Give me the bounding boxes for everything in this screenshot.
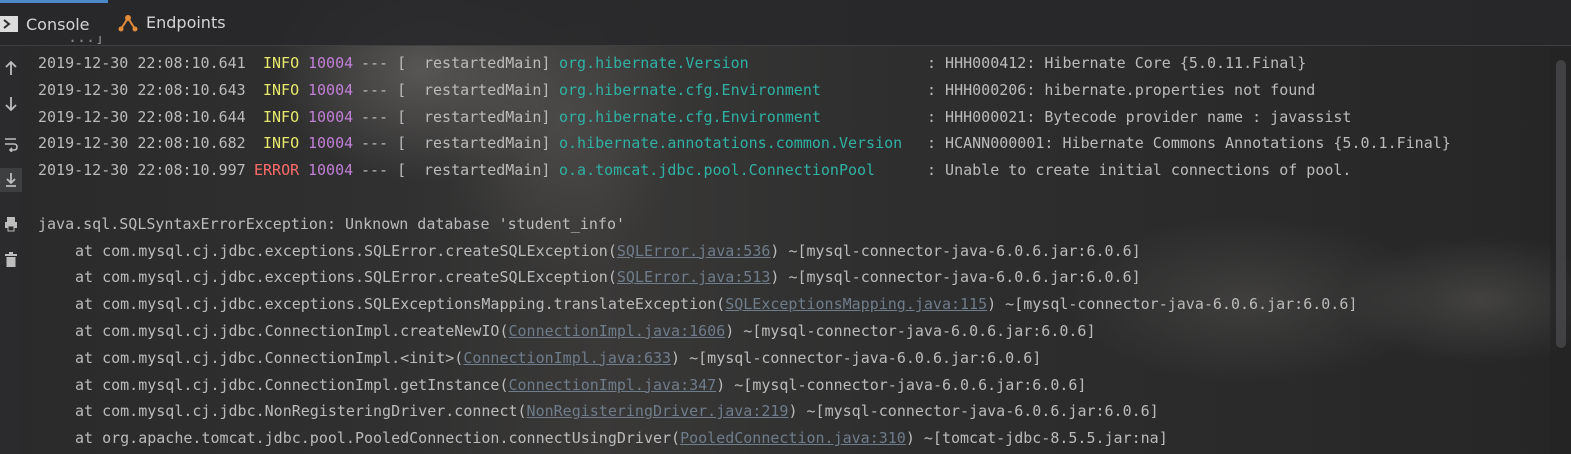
log-pid: 10004 bbox=[308, 107, 354, 126]
log-separator: --- [ bbox=[361, 80, 407, 99]
stack-method: at com.mysql.cj.jdbc.exceptions.SQLError… bbox=[75, 241, 617, 260]
stack-source-link[interactable]: ConnectionImpl.java:633 bbox=[463, 349, 671, 367]
log-level: INFO bbox=[263, 107, 300, 126]
console-toolbar bbox=[0, 46, 22, 454]
tab-endpoints-label: Endpoints bbox=[146, 13, 226, 32]
stack-trace-line: at org.apache.tomcat.jdbc.pool.PooledCon… bbox=[38, 425, 1571, 452]
log-line: 2019-12-30 22:08:10.641 INFO 10004 --- [ res… bbox=[38, 50, 1571, 77]
exception-line: java.sql.SQLSyntaxErrorException: Unknow… bbox=[38, 211, 1571, 238]
ellipsis-text: ...] bbox=[68, 36, 105, 46]
console-icon bbox=[0, 16, 18, 32]
log-timestamp: 2019-12-30 22:08:10.644 bbox=[38, 107, 246, 126]
endpoints-icon bbox=[118, 14, 138, 32]
log-thread: restartedMain] bbox=[424, 107, 551, 126]
stack-source-link[interactable]: SQLError.java:536 bbox=[617, 242, 771, 260]
stack-method: at org.apache.tomcat.jdbc.pool.PooledCon… bbox=[75, 429, 681, 448]
stack-jar: ) ~[mysql-connector-java-6.0.6.jar:6.0.6… bbox=[788, 402, 1159, 421]
log-message: : HCANN000001: Hibernate Commons Annotat… bbox=[927, 134, 1451, 153]
stack-method: at com.mysql.cj.jdbc.exceptions.SQLExcep… bbox=[75, 295, 726, 314]
stack-jar: ) ~[mysql-connector-java-6.0.6.jar:6.0.6… bbox=[770, 241, 1141, 260]
stack-source-link[interactable]: ConnectionImpl.java:1606 bbox=[508, 322, 725, 340]
log-pid: 10004 bbox=[308, 161, 354, 180]
print-icon[interactable] bbox=[0, 212, 22, 236]
log-thread: restartedMain] bbox=[424, 54, 551, 72]
stack-method: at com.mysql.cj.jdbc.ConnectionImpl.<ini… bbox=[75, 348, 464, 367]
log-separator: --- [ bbox=[361, 107, 407, 126]
log-message: : HHH000021: Bytecode provider name : ja… bbox=[927, 107, 1352, 126]
log-message: : HHH000206: hibernate.properties not fo… bbox=[927, 80, 1316, 99]
log-timestamp: 2019-12-30 22:08:10.643 bbox=[38, 80, 246, 99]
stack-trace-line: at com.mysql.cj.jdbc.exceptions.SQLError… bbox=[38, 264, 1571, 291]
stack-trace-line: at com.mysql.cj.jdbc.NonRegisteringDrive… bbox=[38, 398, 1571, 425]
log-level: ERROR bbox=[254, 161, 300, 180]
stack-source-link[interactable]: ConnectionImpl.java:347 bbox=[508, 376, 716, 394]
log-level: INFO bbox=[263, 134, 300, 153]
log-separator: --- [ bbox=[361, 161, 407, 180]
log-level: INFO bbox=[263, 80, 300, 99]
log-timestamp: 2019-12-30 22:08:10.682 bbox=[38, 134, 246, 153]
log-logger: org.hibernate.cfg.Environment bbox=[559, 80, 821, 99]
log-pid: 10004 bbox=[308, 54, 354, 72]
log-timestamp: 2019-12-30 22:08:10.997 bbox=[38, 161, 246, 180]
log-timestamp: 2019-12-30 22:08:10.641 bbox=[38, 54, 246, 72]
stack-jar: ) ~[mysql-connector-java-6.0.6.jar:6.0.6… bbox=[716, 375, 1087, 394]
log-separator: --- [ bbox=[361, 134, 407, 153]
stack-source-link[interactable]: SQLExceptionsMapping.java:115 bbox=[725, 295, 987, 313]
stack-source-link[interactable]: PooledConnection.java:310 bbox=[680, 429, 906, 447]
stack-trace-line: at com.mysql.cj.jdbc.exceptions.SQLExcep… bbox=[38, 291, 1571, 318]
scroll-to-end-icon[interactable] bbox=[0, 168, 22, 192]
stack-source-link[interactable]: NonRegisteringDriver.java:219 bbox=[527, 402, 789, 420]
log-message: : HHH000412: Hibernate Core {5.0.11.Fina… bbox=[927, 54, 1307, 72]
log-line: 2019-12-30 22:08:10.643 INFO 10004 --- [ res… bbox=[38, 77, 1571, 104]
stack-trace-line: at com.mysql.cj.jdbc.exceptions.SQLError… bbox=[38, 238, 1571, 265]
stack-method: at com.mysql.cj.jdbc.ConnectionImpl.getI… bbox=[75, 375, 509, 394]
stack-method: at com.mysql.cj.jdbc.exceptions.SQLError… bbox=[75, 268, 617, 287]
log-message: : Unable to create initial connections o… bbox=[927, 161, 1352, 180]
tab-console-label: Console bbox=[26, 14, 90, 34]
stack-jar: ) ~[mysql-connector-java-6.0.6.jar:6.0.6… bbox=[725, 321, 1096, 340]
log-thread: restartedMain] bbox=[424, 134, 551, 153]
scrollbar-thumb[interactable] bbox=[1556, 60, 1566, 348]
stack-trace-line: at com.mysql.cj.jdbc.ConnectionImpl.getI… bbox=[38, 372, 1571, 399]
log-separator: --- [ bbox=[361, 54, 407, 72]
log-logger: o.a.tomcat.jdbc.pool.ConnectionPool bbox=[559, 161, 876, 180]
log-logger: o.hibernate.annotations.common.Version bbox=[559, 134, 903, 153]
soft-wrap-icon[interactable] bbox=[0, 132, 22, 156]
log-level: INFO bbox=[263, 54, 300, 72]
exception-text: java.sql.SQLSyntaxErrorException: Unknow… bbox=[38, 214, 625, 233]
stack-source-link[interactable]: SQLError.java:513 bbox=[617, 268, 771, 286]
log-logger: org.hibernate.Version bbox=[559, 54, 749, 72]
log-line: 2019-12-30 22:08:10.644 INFO 10004 --- [ res… bbox=[38, 104, 1571, 131]
log-thread: restartedMain] bbox=[424, 80, 551, 99]
console-output: ...] 2019-12-30 22:08:10.641 INFO 10004 ---… bbox=[38, 36, 1571, 452]
log-line: 2019-12-30 22:08:10.997 ERROR 10004 --- [ re… bbox=[38, 157, 1571, 184]
log-pid: 10004 bbox=[308, 134, 354, 153]
stack-jar: ) ~[tomcat-jdbc-8.5.5.jar:na] bbox=[905, 429, 1168, 448]
stack-jar: ) ~[mysql-connector-java-6.0.6.jar:6.0.6… bbox=[770, 268, 1141, 287]
log-logger: org.hibernate.cfg.Environment bbox=[559, 107, 821, 126]
down-arrow-icon[interactable] bbox=[0, 92, 22, 116]
stack-jar: ) ~[mysql-connector-java-6.0.6.jar:6.0.6… bbox=[987, 295, 1358, 314]
stack-method: at com.mysql.cj.jdbc.NonRegisteringDrive… bbox=[75, 402, 527, 421]
log-thread: restartedMain] bbox=[424, 161, 551, 180]
stack-trace-line: at com.mysql.cj.jdbc.ConnectionImpl.crea… bbox=[38, 318, 1571, 345]
stack-method: at com.mysql.cj.jdbc.ConnectionImpl.crea… bbox=[75, 321, 509, 340]
stack-trace-line: at com.mysql.cj.jdbc.ConnectionImpl.<ini… bbox=[38, 345, 1571, 372]
stack-jar: ) ~[mysql-connector-java-6.0.6.jar:6.0.6… bbox=[671, 348, 1042, 367]
log-line: 2019-12-30 22:08:10.682 INFO 10004 --- [ res… bbox=[38, 130, 1571, 157]
console-line-truncated: ...] bbox=[38, 36, 1571, 50]
trash-icon[interactable] bbox=[0, 248, 22, 272]
up-arrow-icon[interactable] bbox=[0, 56, 22, 80]
log-pid: 10004 bbox=[308, 80, 354, 99]
